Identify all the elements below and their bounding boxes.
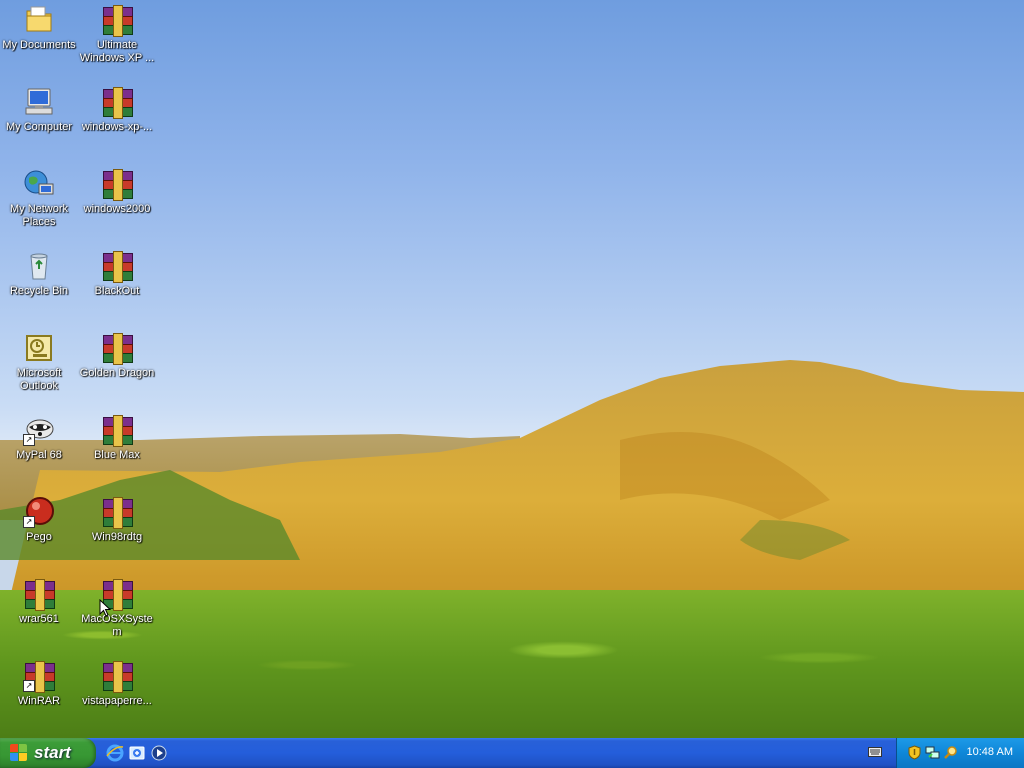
desktop-icon-label: Recycle Bin [9, 285, 69, 297]
desktop-icon-label: wrar561 [19, 613, 59, 625]
internet-explorer-icon[interactable] [106, 744, 124, 762]
desktop-icon-label: BlackOut [94, 285, 140, 297]
desktop-icon-label: My Computer [5, 121, 73, 133]
desktop-icon-label: Ultimate Windows XP ... [79, 39, 155, 64]
media-player-icon[interactable] [150, 744, 168, 762]
network-icon[interactable] [925, 745, 940, 760]
desktop-icon-windows2000[interactable]: windows2000 [79, 166, 155, 244]
desktop-icon-win98rdtg[interactable]: Win98rdtg [79, 494, 155, 572]
mouse-cursor-icon [99, 599, 111, 617]
desktop[interactable]: My Documents My Computer My Network Plac… [0, 0, 1024, 738]
desktop-icon-label: Win98rdtg [91, 531, 143, 543]
desktop-icon-label: Microsoft Outlook [16, 367, 62, 392]
recycle-bin-icon [23, 250, 55, 282]
network-places-icon [23, 168, 55, 200]
pego-icon: ↗ [23, 496, 55, 528]
start-button[interactable]: start [0, 738, 96, 768]
desktop-icon-mypal-68[interactable]: ↗ MyPal 68 [1, 412, 77, 490]
winrar-archive-icon [101, 4, 133, 37]
winrar-archive-icon [101, 332, 133, 365]
desktop-icon-label: My Network Places [9, 203, 69, 228]
desktop-icon-label: Golden Dragon [79, 367, 155, 379]
desktop-icon-golden-dragon[interactable]: Golden Dragon [79, 330, 155, 408]
desktop-icon-label: Pego [26, 531, 52, 543]
desktop-icon-blue-max[interactable]: Blue Max [79, 412, 155, 490]
desktop-icon-label: windows2000 [83, 203, 151, 215]
clock[interactable]: 10:48 AM [967, 746, 1013, 758]
desktop-icon-blackout[interactable]: BlackOut [79, 248, 155, 326]
system-tray: 10:48 AM [896, 738, 1024, 768]
shortcut-arrow-icon: ↗ [23, 434, 35, 446]
desktop-icon-wrar561[interactable]: wrar561 [1, 576, 77, 654]
winrar-archive-icon [101, 250, 133, 283]
desktop-icon-my-documents[interactable]: My Documents [1, 2, 77, 80]
windows-flag-icon [10, 744, 28, 762]
shortcut-arrow-icon: ↗ [23, 516, 35, 528]
desktop-icon-vistapaperre[interactable]: vistapaperre... [79, 658, 155, 736]
desktop-icon-windows-xp[interactable]: windows-xp-... [79, 84, 155, 162]
desktop-icon-macosxsystem[interactable]: MacOSXSystem [79, 576, 155, 654]
raccoon-icon: ↗ [23, 414, 55, 446]
search-icon[interactable] [943, 745, 958, 760]
desktop-icon-winrar[interactable]: ↗ WinRAR [1, 658, 77, 736]
winrar-archive-icon [101, 496, 133, 529]
desktop-icon-recycle-bin[interactable]: Recycle Bin [1, 248, 77, 326]
winrar-archive-icon: ↗ [23, 660, 55, 693]
desktop-icon-label: Blue Max [94, 449, 140, 461]
taskbar: start 10:48 AM [0, 738, 1024, 768]
outlook-icon [23, 332, 55, 364]
desktop-icon-pego[interactable]: ↗ Pego [1, 494, 77, 572]
security-shield-icon[interactable] [907, 745, 922, 760]
shortcut-arrow-icon: ↗ [23, 680, 35, 692]
desktop-icon-label: WinRAR [17, 695, 61, 707]
folder-icon [23, 4, 55, 36]
computer-icon [23, 86, 55, 118]
winrar-archive-icon [101, 414, 133, 447]
winrar-archive-icon [101, 168, 133, 201]
winrar-archive-icon [23, 578, 55, 611]
desktop-icon-microsoft-outlook[interactable]: Microsoft Outlook [1, 330, 77, 408]
winrar-archive-icon [101, 86, 133, 119]
start-label: start [34, 743, 71, 762]
show-desktop-icon[interactable] [128, 744, 146, 762]
desktop-icon-my-computer[interactable]: My Computer [1, 84, 77, 162]
desktop-icon-label: MacOSXSystem [81, 613, 153, 638]
desktop-icon-my-network-places[interactable]: My Network Places [1, 166, 77, 244]
winrar-archive-icon [101, 660, 133, 693]
desktop-icon-label: windows-xp-... [81, 121, 153, 133]
desktop-icon-label: My Documents [2, 39, 76, 51]
desktop-icon-label: vistapaperre... [82, 695, 152, 707]
desktop-icon-ultimate-windows-xp[interactable]: Ultimate Windows XP ... [79, 2, 155, 80]
desktop-icon-label: MyPal 68 [16, 449, 62, 461]
keyboard-language-icon[interactable] [868, 746, 882, 758]
